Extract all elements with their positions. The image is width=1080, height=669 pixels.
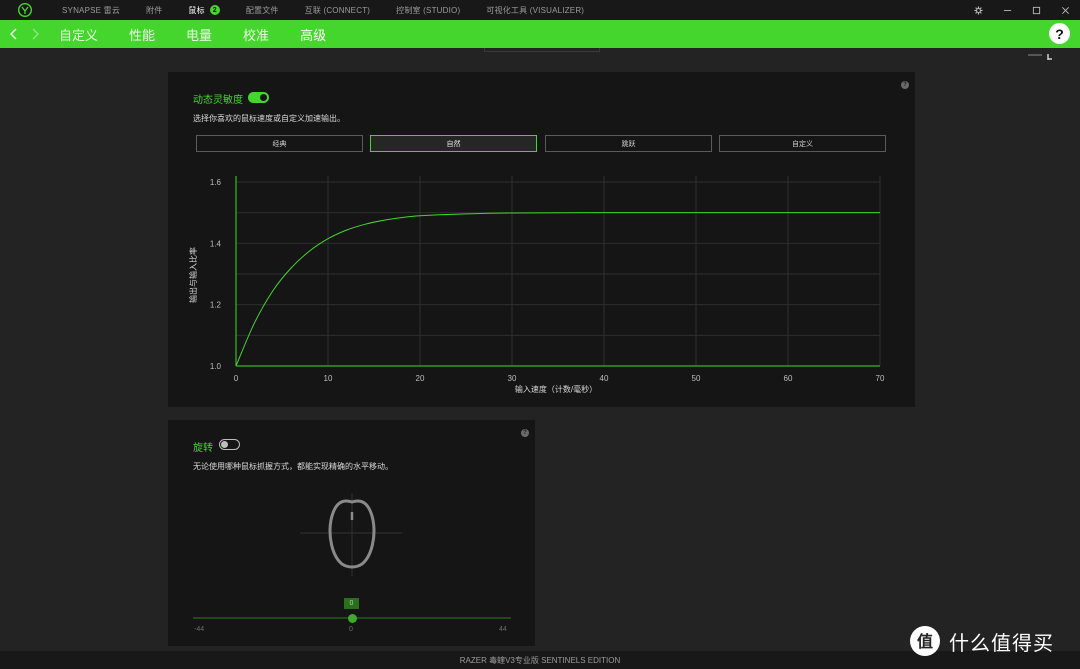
y-tick-label: 1.0 [210, 362, 222, 371]
watermark: 值 什么值得买 [909, 625, 1054, 657]
maximize-icon[interactable] [1022, 0, 1051, 20]
watermark-text: 什么值得买 [949, 632, 1054, 655]
minimize-icon[interactable] [993, 0, 1022, 20]
y-tick-label: 1.6 [210, 178, 222, 187]
razer-logo-icon [17, 2, 33, 18]
acceleration-chart: 0 10 20 30 40 50 60 701.01.21.41.6 输入速度（计数/毫秒） … [188, 176, 885, 394]
x-tick-label: 60 [784, 374, 793, 383]
tab-accessories[interactable]: 附件 [146, 0, 162, 20]
preset-jump-button[interactable]: 跳跃 [545, 135, 712, 152]
rotation-slider-thumb[interactable] [347, 614, 357, 623]
rotation-description: 无论使用哪种鼠标抓握方式，都能实现精确的水平移动。 [193, 462, 393, 471]
series-line [235, 212, 880, 367]
sensitivity-toggle[interactable] [248, 92, 269, 103]
x-tick-label: 30 [508, 374, 517, 383]
subtab-customize[interactable]: 自定义 [59, 25, 98, 44]
y-tick-label: 1.2 [210, 301, 222, 310]
forward-arrow-icon[interactable] [29, 28, 41, 40]
preset-custom-button[interactable]: 自定义 [719, 135, 886, 152]
tab-mouse[interactable]: 鼠标 2 [188, 0, 220, 20]
x-axis-label: 输入速度（计数/毫秒） [515, 384, 597, 394]
subtab-calibration[interactable]: 校准 [243, 25, 269, 44]
tab-studio[interactable]: 控制室 (STUDIO) [396, 0, 460, 20]
close-icon[interactable] [1051, 0, 1080, 20]
x-tick-label: 10 [324, 374, 333, 383]
y-tick-label: 1.4 [210, 239, 222, 248]
y-axis-label: 输出与输入比率 [188, 247, 198, 303]
rotation-toggle[interactable] [219, 439, 240, 450]
back-arrow-icon[interactable] [7, 28, 19, 40]
slider-max-label: 44 [499, 626, 507, 633]
tab-mouse-label: 鼠标 [188, 5, 205, 15]
preset-classic-button[interactable]: 经典 [196, 135, 363, 152]
x-tick-label: 0 [234, 374, 239, 383]
sub-nav-bar: 自定义 性能 电量 校准 高级 ? [0, 20, 1080, 48]
subtab-power[interactable]: 电量 [186, 25, 212, 44]
rotation-help-icon[interactable]: ? [521, 429, 529, 437]
toggle-knob [221, 441, 228, 448]
help-icon[interactable]: ? [1049, 23, 1070, 44]
subtab-advanced[interactable]: 高级 [300, 25, 326, 44]
subtab-performance[interactable]: 性能 [129, 25, 155, 44]
preset-natural-button[interactable]: 自然 [370, 135, 537, 152]
tab-connect[interactable]: 互联 (CONNECT) [305, 0, 371, 20]
slider-mid-label: 0 [349, 626, 353, 633]
slider-min-label: -44 [194, 626, 205, 633]
x-tick-label: 50 [692, 374, 701, 383]
sensitivity-description: 选择你喜欢的鼠标速度或自定义加速输出。 [193, 114, 345, 123]
x-tick-label: 40 [600, 374, 609, 383]
tab-profiles[interactable]: 配置文件 [246, 0, 279, 20]
sensitivity-title: 动态灵敏度 [193, 95, 243, 106]
tab-visualizer[interactable]: 可视化工具 (VISUALIZER) [486, 0, 584, 20]
toggle-knob [260, 94, 267, 101]
settings-gear-icon[interactable] [964, 0, 993, 20]
sensitivity-help-icon[interactable]: ? [901, 81, 909, 89]
device-name: RAZER 毒蝰V3专业版 SENTINELS EDITION [459, 655, 621, 665]
scroll-marker-icon [1028, 47, 1052, 60]
watermark-logo-icon: 值 [910, 626, 940, 656]
svg-text:值: 值 [917, 632, 933, 651]
tab-synapse[interactable]: SYNAPSE 雷云 [62, 0, 120, 20]
dropdown-edge [484, 48, 600, 52]
x-tick-label: 20 [416, 374, 425, 383]
title-bar: SYNAPSE 雷云 附件 鼠标 2 配置文件 互联 (CONNECT) 控制室… [0, 0, 1080, 20]
mouse-outline-icon [300, 493, 402, 576]
rotation-title: 旋转 [193, 443, 213, 454]
slider-value-badge: 0 [344, 598, 359, 609]
device-count-badge: 2 [209, 5, 220, 15]
x-tick-label: 70 [876, 374, 885, 383]
